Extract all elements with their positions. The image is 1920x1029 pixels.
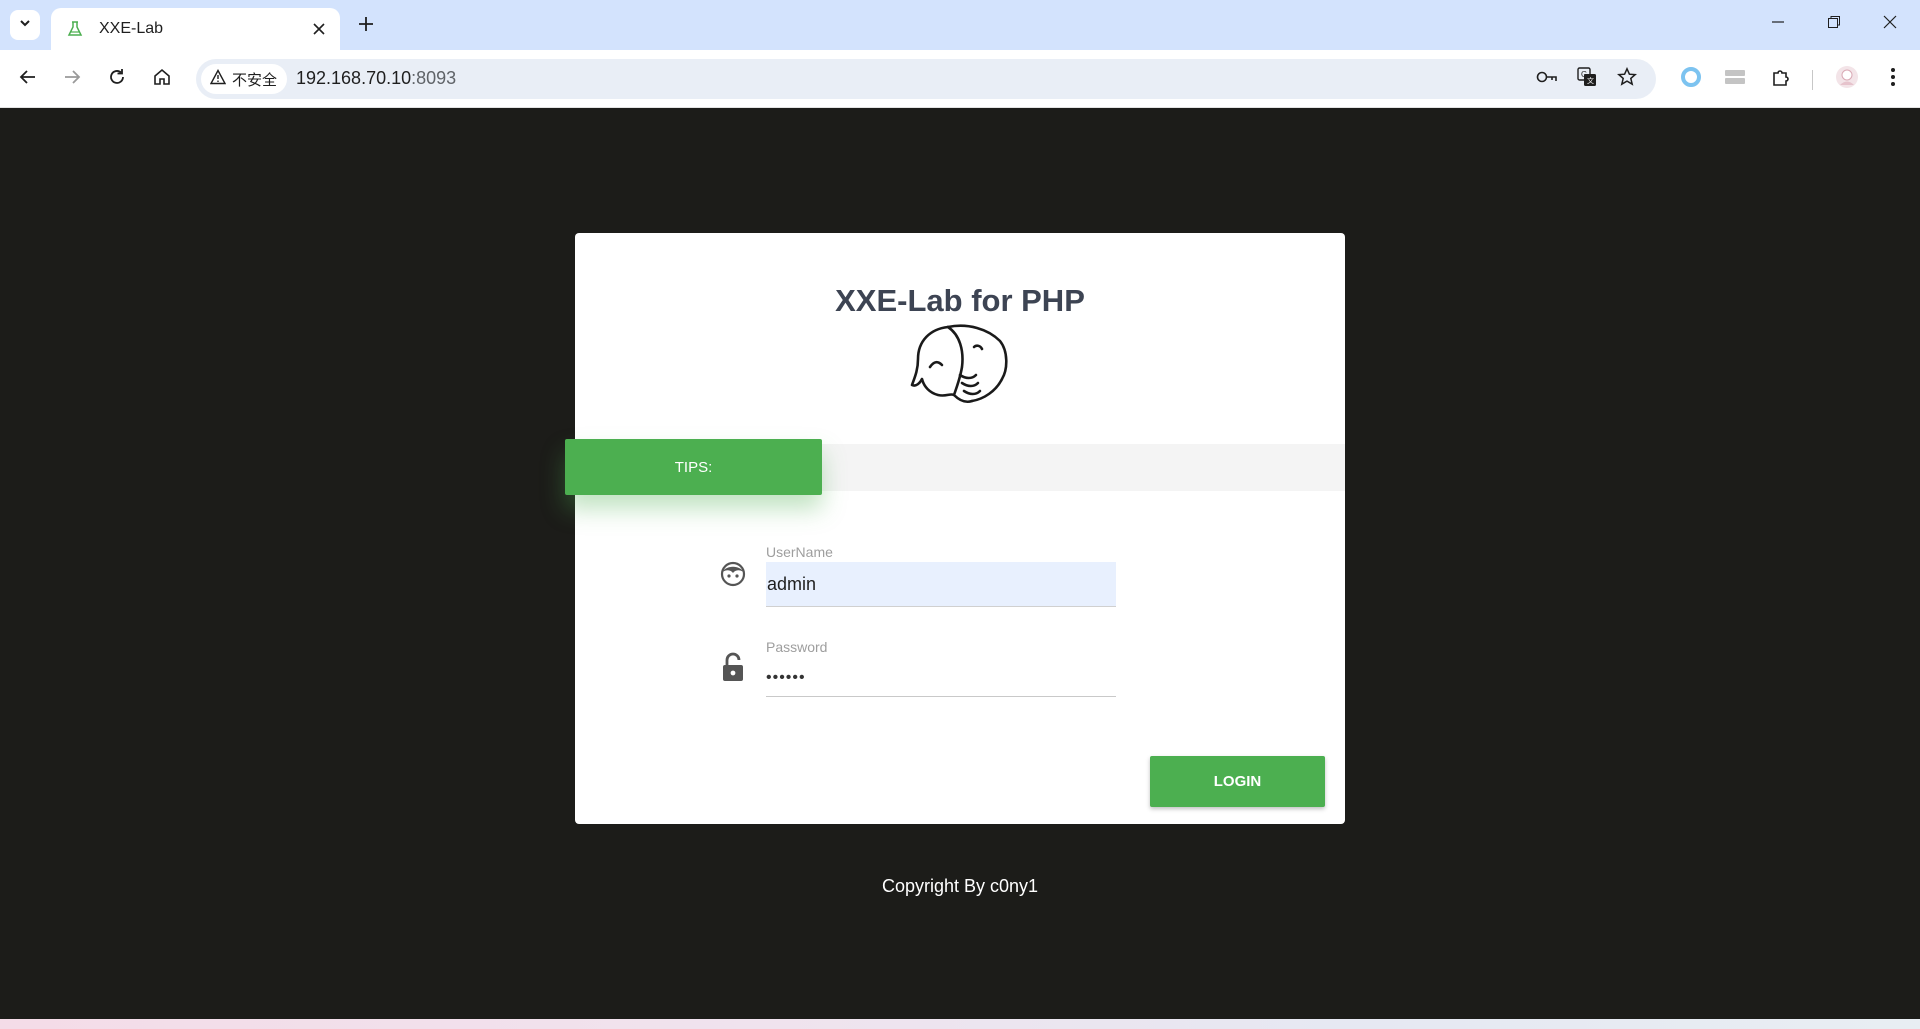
reload-icon <box>108 68 126 91</box>
bars-extension-icon <box>1724 68 1746 91</box>
copyright-text: Copyright By c0ny1 <box>881 876 1039 896</box>
warning-icon <box>209 68 227 90</box>
page-viewport: XXE-Lab for PHP TIPS: UserName admin Pas… <box>0 109 1920 1019</box>
password-key-button[interactable] <box>1533 65 1561 93</box>
extension-bars-button[interactable] <box>1719 63 1751 95</box>
close-icon <box>1883 15 1897 34</box>
key-icon <box>1536 70 1558 89</box>
taskbar-edge <box>0 1019 1920 1029</box>
face-icon <box>718 558 748 590</box>
browser-tab[interactable]: XXE-Lab <box>51 8 340 50</box>
circle-extension-icon <box>1680 66 1702 93</box>
browser-toolbar: 不安全 192.168.70.10:8093 G文 <box>0 50 1920 108</box>
flask-icon <box>65 19 85 39</box>
svg-text:文: 文 <box>1587 76 1594 85</box>
security-chip[interactable]: 不安全 <box>201 64 287 94</box>
reload-button[interactable] <box>101 63 133 95</box>
puzzle-icon <box>1771 67 1791 92</box>
bookmark-button[interactable] <box>1613 65 1641 93</box>
login-button[interactable]: LOGIN <box>1150 756 1325 807</box>
plus-icon <box>358 16 374 37</box>
home-button[interactable] <box>146 63 178 95</box>
new-tab-button[interactable] <box>352 12 380 40</box>
home-icon <box>153 68 171 91</box>
avatar <box>1835 65 1859 94</box>
translate-icon: G文 <box>1577 66 1597 92</box>
password-field: Password •••••• <box>766 639 1116 697</box>
chevron-down-icon <box>18 16 32 35</box>
url-host: 192.168.70.10 <box>296 68 412 88</box>
tab-search-button[interactable] <box>10 10 40 40</box>
page-title: XXE-Lab for PHP <box>835 283 1085 318</box>
star-icon <box>1616 66 1638 92</box>
minimize-button[interactable] <box>1750 0 1806 48</box>
close-tab-icon[interactable] <box>308 18 330 40</box>
tab-title: XXE-Lab <box>99 20 164 37</box>
security-label: 不安全 <box>232 71 278 89</box>
password-label: Password <box>766 639 828 655</box>
address-bar[interactable]: 不安全 192.168.70.10:8093 G文 <box>196 59 1656 99</box>
username-input[interactable]: admin <box>766 562 1116 607</box>
extensions-button[interactable] <box>1765 63 1797 95</box>
arrow-left-icon <box>19 68 37 91</box>
username-label: UserName <box>766 544 833 560</box>
toolbar-divider <box>1812 70 1813 90</box>
forward-button[interactable] <box>56 63 88 95</box>
tips-button[interactable]: TIPS: <box>565 439 822 495</box>
url-text[interactable]: 192.168.70.10:8093 <box>296 68 456 89</box>
restore-button[interactable] <box>1806 0 1862 48</box>
browser-tabstrip: XXE-Lab <box>0 0 1920 50</box>
password-input[interactable]: •••••• <box>766 659 1116 697</box>
extension-circle-button[interactable] <box>1675 63 1707 95</box>
more-vertical-icon <box>1890 67 1896 92</box>
lock-open-icon <box>718 651 748 683</box>
arrow-right-icon <box>63 68 81 91</box>
username-field: UserName admin <box>766 544 1116 607</box>
url-port: :8093 <box>411 68 457 88</box>
restore-icon <box>1827 15 1841 34</box>
close-window-button[interactable] <box>1862 0 1918 48</box>
minimize-icon <box>1771 15 1785 34</box>
back-button[interactable] <box>12 63 44 95</box>
translate-button[interactable]: G文 <box>1573 65 1601 93</box>
elephant-logo <box>910 324 1008 404</box>
login-card: XXE-Lab for PHP TIPS: UserName admin Pas… <box>565 233 1345 824</box>
profile-button[interactable] <box>1831 63 1863 95</box>
menu-button[interactable] <box>1877 63 1909 95</box>
